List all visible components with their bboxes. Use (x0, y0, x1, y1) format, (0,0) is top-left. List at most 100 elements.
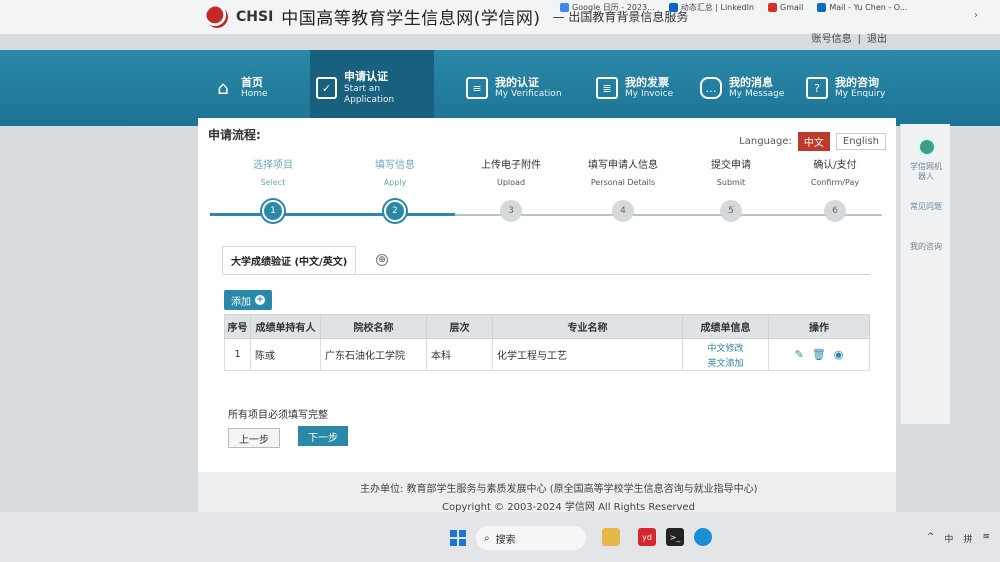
windows-taskbar: ⌕ 搜索 yd >_ ^ 中 拼 ≋ (0, 512, 1000, 562)
cell-major: 化学工程与工艺 (492, 338, 683, 371)
document-icon: ≡ (466, 77, 488, 99)
tray-chevron-icon[interactable]: ^ (927, 532, 935, 545)
nav-my-verification[interactable]: ≡ 我的认证 My Verification (466, 50, 562, 126)
col-major: 专业名称 (492, 314, 683, 339)
logout-link[interactable]: 退出 (867, 34, 887, 45)
wifi-icon[interactable]: ≋ (982, 532, 990, 545)
add-tab-icon[interactable]: ⊕ (376, 254, 388, 266)
step-5: 提交申请 Submit 5 (686, 156, 776, 222)
tab-transcript-verification[interactable]: 大学成绩验证 (中文/英文) (222, 246, 357, 274)
browser-top-strip: CHSI 中国高等教育学生信息网(学信网) — 出国教育背景信息服务 Googl… (0, 0, 1000, 34)
linkedin-icon (668, 3, 678, 12)
separator: | (857, 34, 861, 45)
step-4: 填写申请人信息 Personal Details 4 (578, 156, 668, 222)
step-1: 选择项目 Select 1 (228, 156, 318, 222)
step-number: 3 (500, 200, 522, 222)
file-explorer-icon[interactable] (602, 528, 620, 546)
robot-avatar-icon[interactable] (918, 138, 936, 156)
tab-divider (222, 274, 870, 275)
transcript-table: 序号 成绩单持有人 院校名称 层次 专业名称 成绩单信息 操作 1 陈彧 广东石… (224, 314, 870, 371)
required-notice: 所有项目必须填写完整 (228, 410, 328, 421)
chsi-logo-icon (206, 5, 228, 28)
eye-icon[interactable]: ◉ (834, 348, 844, 361)
step-2: 填写信息 Apply 2 (350, 156, 440, 222)
gmail-icon (768, 3, 778, 12)
footer-sponsor: 主办单位: 教育部学生服务与素质发展中心 (原全国高等学校学生信息咨询与就业指导… (360, 484, 758, 495)
edge-browser-icon[interactable] (694, 528, 712, 546)
invoice-icon: ≣ (596, 77, 618, 99)
cell-level: 本科 (426, 338, 493, 371)
ime-mode-indicator[interactable]: 拼 (963, 532, 972, 545)
cell-school: 广东石油化工学院 (320, 338, 427, 371)
trash-icon[interactable]: 🗑 (812, 348, 826, 361)
question-icon: ? (806, 77, 828, 99)
search-icon: ⌕ (484, 532, 490, 544)
col-no: 序号 (224, 314, 251, 339)
home-icon: ⌂ (217, 77, 229, 99)
nav-start-application[interactable]: ✓ 申请认证 Start an Application (310, 50, 434, 126)
cell-no: 1 (224, 338, 251, 371)
step-number: 4 (612, 200, 634, 222)
bookmarks-bar: Google 日历 - 2023... 动态汇总 | LinkedIn Gmai… (560, 2, 907, 13)
terminal-icon[interactable]: >_ (666, 528, 684, 546)
process-title: 申请流程: (208, 128, 261, 142)
bookmark-google-calendar[interactable]: Google 日历 - 2023... (560, 2, 655, 13)
youdao-icon[interactable]: yd (638, 528, 656, 546)
cell-holder: 陈彧 (250, 338, 321, 371)
account-info-link[interactable]: 账号信息 (812, 34, 852, 45)
col-actions: 操作 (768, 314, 870, 339)
col-level: 层次 (426, 314, 493, 339)
lang-en-button[interactable]: English (835, 133, 886, 150)
calendar-icon (560, 3, 569, 12)
nav-my-invoice[interactable]: ≣ 我的发票 My Invoice (596, 50, 673, 126)
site-name: 中国高等教育学生信息网(学信网) (281, 9, 541, 29)
bookmark-linkedin[interactable]: 动态汇总 | LinkedIn (668, 2, 754, 13)
footer-copyright: Copyright © 2003-2024 学信网 All Rights Res… (442, 502, 695, 513)
side-help-column: 学信网机器人 常见问题 我的咨询 (900, 124, 950, 424)
add-button[interactable]: 添加 + (224, 290, 272, 310)
nav-home[interactable]: ⌂ 首页 Home (212, 50, 267, 126)
col-holder: 成绩单持有人 (250, 314, 321, 339)
windows-start-icon[interactable] (450, 530, 466, 546)
steps-progress (210, 213, 455, 216)
edit-icon[interactable]: ✎ (795, 348, 804, 361)
checkbox-icon: ✓ (316, 77, 337, 99)
lang-zh-button[interactable]: 中文 (797, 132, 830, 151)
language-label: Language: (739, 136, 792, 147)
chevron-right-icon[interactable]: › (974, 10, 978, 21)
prev-step-button[interactable]: 上一步 (228, 428, 280, 448)
language-switcher: Language: 中文 English (739, 132, 886, 151)
ime-lang-indicator[interactable]: 中 (944, 532, 953, 545)
step-number: 5 (720, 200, 742, 222)
cell-transcript-links: 中文修改 英文添加 (682, 338, 769, 371)
logo-text: CHSI (236, 8, 274, 25)
table-row: 1 陈彧 广东石油化工学院 本科 化学工程与工艺 中文修改 英文添加 ✎ 🗑 ◉ (224, 338, 870, 371)
bookmark-gmail[interactable]: Gmail (768, 2, 803, 13)
side-faq[interactable]: 常见问题 (909, 202, 943, 212)
col-transcript: 成绩单信息 (682, 314, 769, 339)
nav-my-enquiry[interactable]: ? 我的咨询 My Enquiry (806, 50, 885, 126)
system-tray: ^ 中 拼 ≋ (927, 532, 990, 545)
add-english-link[interactable]: 英文添加 (707, 356, 743, 369)
message-icon: … (700, 77, 722, 99)
bookmark-outlook[interactable]: Mail - Yu Chen - O... (817, 2, 907, 13)
side-enquiry[interactable]: 我的咨询 (909, 242, 943, 252)
nav-my-message[interactable]: … 我的消息 My Message (700, 50, 784, 126)
table-header-row: 序号 成绩单持有人 院校名称 层次 专业名称 成绩单信息 操作 (224, 314, 870, 339)
main-nav: ⌂ 首页 Home ✓ 申请认证 Start an Application ≡ 我的… (0, 50, 1000, 126)
application-panel: 申请流程: Language: 中文 English 选择项目 Select 1… (198, 118, 896, 472)
side-robot[interactable]: 学信网机器人 (909, 162, 943, 183)
edit-chinese-link[interactable]: 中文修改 (707, 341, 743, 354)
account-links: 账号信息 | 退出 (809, 30, 890, 45)
step-number: 6 (824, 200, 846, 222)
step-number: 1 (262, 200, 284, 222)
col-school: 院校名称 (320, 314, 427, 339)
taskbar-search[interactable]: ⌕ 搜索 (476, 526, 586, 550)
plus-icon: + (255, 295, 265, 305)
step-number: 2 (384, 200, 406, 222)
step-6: 确认/支付 Confirm/Pay 6 (790, 156, 880, 222)
cell-actions: ✎ 🗑 ◉ (768, 338, 870, 371)
next-step-button[interactable]: 下一步 (298, 426, 348, 446)
outlook-icon (817, 3, 827, 12)
step-3: 上传电子附件 Upload 3 (466, 156, 556, 222)
